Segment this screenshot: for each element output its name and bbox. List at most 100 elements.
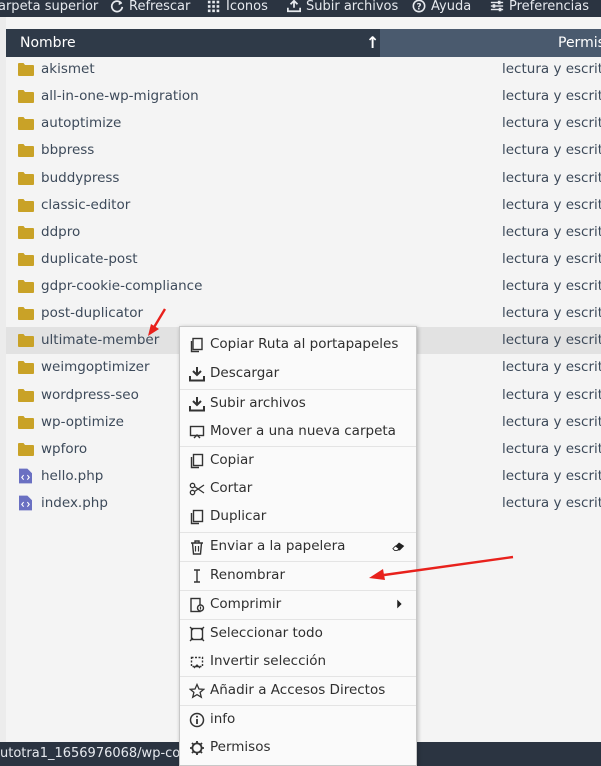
download-icon (189, 367, 205, 382)
sliders-icon (490, 0, 504, 12)
file-permissions: lectura y escrit (502, 495, 601, 512)
invert-selection-icon (190, 656, 204, 669)
file-name: bbpress (41, 142, 95, 159)
folder-icon (18, 90, 34, 104)
table-row[interactable]: all-in-one-wp-migration lectura y escrit (6, 83, 601, 110)
menu-item-label: Invertir selección (210, 653, 327, 669)
context-menu: Copiar Ruta al portapapeles Descargar Su… (179, 326, 417, 766)
table-row[interactable]: ddpro lectura y escrit (6, 219, 601, 246)
file-permissions: lectura y escrit (502, 115, 601, 132)
file-permissions: lectura y escrit (502, 305, 601, 322)
copy-path-icon (190, 337, 203, 353)
toolbar-label: Iconos (226, 0, 268, 14)
toolbar-help-button[interactable]: ? Ayuda (412, 0, 471, 16)
menu-item-select-all[interactable]: Seleccionar todo (180, 620, 416, 648)
menu-item-label: Copiar Ruta al portapapeles (210, 336, 399, 352)
file-permissions: lectura y escrit (502, 88, 601, 105)
folder-icon (18, 63, 34, 76)
folder-icon (18, 171, 34, 185)
select-all-icon (189, 626, 205, 642)
folder-icon (18, 361, 34, 375)
menu-item-upload[interactable]: Subir archivos (180, 390, 416, 418)
table-row[interactable]: gdpr-cookie-compliance lectura y escrit (6, 273, 601, 300)
menu-item-copy-path[interactable]: Copiar Ruta al portapapeles (180, 331, 416, 359)
sort-ascending-icon[interactable]: ↑ (366, 33, 379, 52)
file-name: gdpr-cookie-compliance (41, 278, 203, 295)
annotation-arrow-icon (148, 308, 167, 336)
menu-item-add-shortcut[interactable]: Añadir a Accesos Directos (180, 677, 416, 705)
toolbar-label: Refrescar (129, 0, 191, 14)
column-header-permissions-label: Permis (558, 35, 601, 51)
menu-item-compress[interactable]: Comprimir (180, 591, 416, 619)
menu-item-label: Descargar (210, 365, 280, 381)
upload-icon (189, 397, 205, 412)
folder-icon (18, 415, 34, 429)
file-permissions: lectura y escrit (502, 413, 601, 430)
file-name: buddypress (41, 169, 120, 186)
file-permissions: lectura y escrit (502, 196, 601, 213)
file-permissions: lectura y escrit (502, 386, 601, 403)
refresh-icon (110, 0, 124, 13)
table-row[interactable]: post-duplicator lectura y escrit (6, 300, 601, 327)
php-file-icon (19, 468, 32, 484)
current-path: utotra1_1656976068/wp-co (0, 746, 181, 761)
menu-item-download[interactable]: Descargar (180, 360, 416, 388)
file-name: hello.php (41, 467, 104, 484)
svg-text:?: ? (416, 3, 421, 13)
table-row[interactable]: autoptimize lectura y escrit (6, 110, 601, 137)
table-row[interactable]: buddypress lectura y escrit (6, 165, 601, 192)
menu-item-info[interactable]: info (180, 706, 416, 734)
menu-item-label: Añadir a Accesos Directos (210, 682, 386, 698)
table-row[interactable]: bbpress lectura y escrit (6, 137, 601, 164)
eraser-icon (392, 542, 405, 551)
file-name: all-in-one-wp-migration (41, 88, 199, 105)
toolbar-label: Preferencias (509, 0, 590, 14)
folder-icon (18, 442, 34, 456)
toolbar-icons-button[interactable]: Iconos (207, 0, 268, 16)
menu-item-label: Cortar (210, 480, 253, 496)
trash-icon (191, 540, 203, 555)
star-icon (189, 683, 205, 699)
folder-icon (18, 280, 34, 294)
folder-icon (18, 252, 34, 266)
toolbar-label: Subir archivos (306, 0, 399, 14)
duplicate-icon (190, 509, 204, 525)
menu-item-label: Mover a una nueva carpeta (210, 423, 396, 439)
file-name: weimgoptimizer (41, 359, 150, 376)
table-row[interactable]: akismet lectura y escrit (6, 56, 601, 83)
menu-item-label: Seleccionar todo (210, 625, 323, 641)
copy-icon (190, 453, 204, 469)
move-folder-icon (189, 425, 205, 439)
file-permissions: lectura y escrit (502, 467, 601, 484)
menu-item-label: Duplicar (210, 508, 267, 524)
table-row[interactable]: classic-editor lectura y escrit (6, 192, 601, 219)
file-list-header: Nombre ↑ Permis (6, 29, 601, 57)
toolbar-refresh-button[interactable]: Refrescar (110, 0, 190, 16)
menu-item-copy[interactable]: Copiar (180, 447, 416, 475)
menu-item-permissions[interactable]: Permisos (180, 734, 416, 762)
folder-icon (18, 334, 34, 348)
gear-icon (190, 741, 204, 755)
table-row[interactable]: duplicate-post lectura y escrit (6, 246, 601, 273)
menu-item-label: info (210, 711, 236, 727)
menu-item-cut[interactable]: Cortar (180, 475, 416, 503)
toolbar-label: arpeta superior (0, 0, 99, 14)
menu-item-move-to-new-folder[interactable]: Mover a una nueva carpeta (180, 418, 416, 446)
toolbar-preferences-button[interactable]: Preferencias (490, 0, 589, 16)
file-name: wp-optimize (41, 413, 124, 430)
file-permissions: lectura y escrit (502, 278, 601, 295)
folder-icon (18, 225, 34, 239)
folder-icon (18, 388, 34, 402)
menu-item-duplicate[interactable]: Duplicar (180, 503, 416, 531)
toolbar-upload-button[interactable]: Subir archivos (287, 0, 398, 16)
grid-icon (207, 0, 220, 13)
spacer (0, 17, 601, 29)
menu-item-label: Renombrar (210, 567, 285, 583)
php-file-icon (19, 495, 32, 511)
column-header-name[interactable]: Nombre (20, 35, 76, 51)
scissors-icon (189, 482, 205, 496)
menu-item-label: Comprimir (210, 596, 282, 612)
menu-item-invert-selection[interactable]: Invertir selección (180, 648, 416, 676)
column-header-permissions[interactable]: Permis (380, 29, 601, 57)
toolbar-parent-folder-button[interactable]: arpeta superior (0, 0, 98, 16)
